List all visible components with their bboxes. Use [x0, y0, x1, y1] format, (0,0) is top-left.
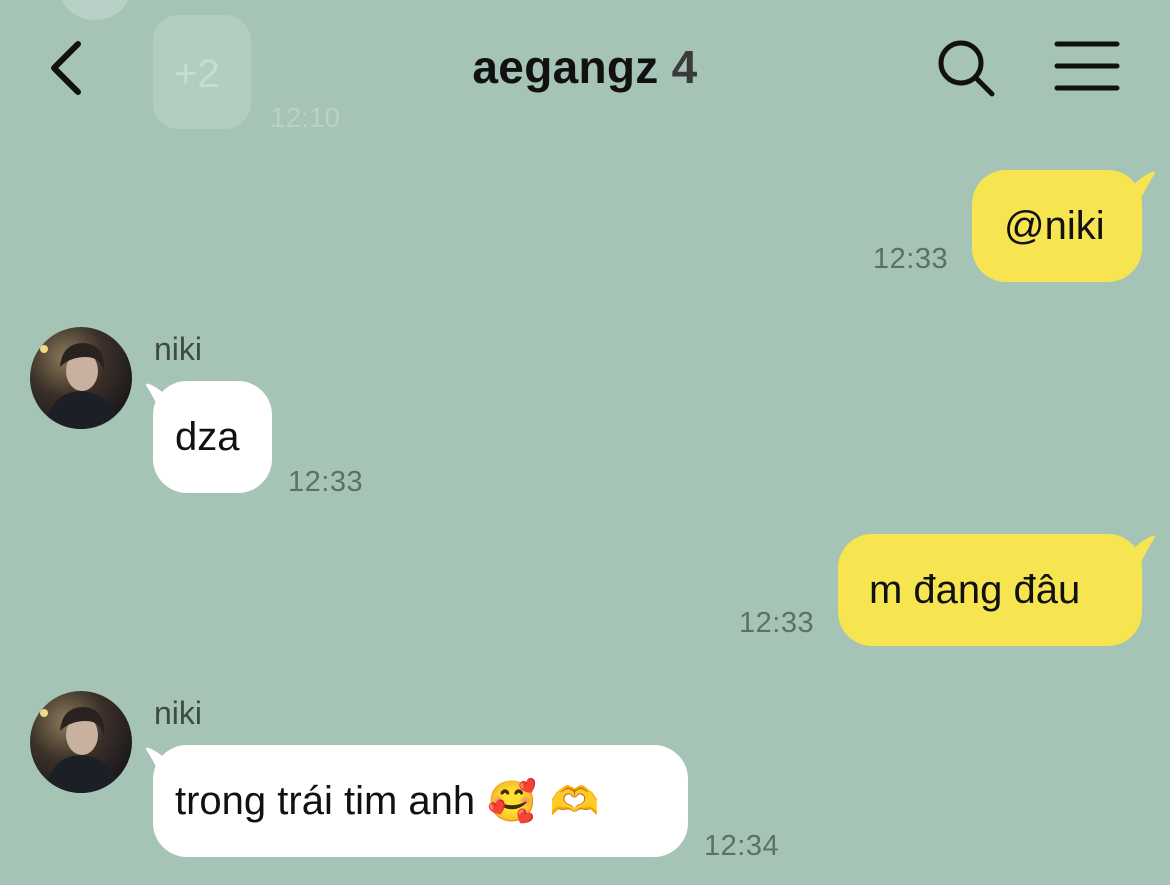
message-timestamp: 12:33 [288, 466, 364, 498]
avatar[interactable] [30, 327, 132, 429]
message-timestamp: 12:33 [873, 243, 949, 275]
hamburger-menu-icon [1054, 41, 1120, 91]
chat-screen: +2 12:10 aegangz 4 @niki 12:33 niki dza … [0, 0, 1170, 885]
search-button[interactable] [934, 36, 998, 100]
sender-name: niki [154, 331, 203, 367]
chat-header: aegangz 4 [0, 0, 1170, 135]
message-text: trong trái tim anh [175, 778, 476, 823]
emoji-smiling-hearts-heart-hands: 🥰 🫶 [487, 778, 600, 825]
profile-photo [40, 707, 120, 793]
my-message-bubble[interactable]: m đang đâu [838, 534, 1142, 646]
search-icon [938, 40, 995, 97]
their-message-bubble[interactable]: dza [153, 381, 272, 493]
my-message-bubble[interactable]: @niki [972, 170, 1142, 282]
avatar[interactable] [30, 691, 132, 793]
bubble-tail [1118, 535, 1155, 568]
message-text: m đang đâu [869, 567, 1081, 612]
message-timestamp: 12:34 [704, 830, 780, 862]
their-message-bubble[interactable]: trong trái tim anh 🥰 🫶 [153, 745, 688, 857]
message-text: dza [175, 414, 240, 459]
message-timestamp: 12:33 [739, 607, 815, 639]
sender-name: niki [154, 695, 203, 731]
profile-photo [40, 343, 120, 429]
group-name: aegangz [472, 41, 659, 93]
message-text: @niki [1004, 203, 1105, 248]
menu-button[interactable] [1054, 40, 1120, 92]
member-count: 4 [671, 41, 698, 93]
bubble-tail [1118, 171, 1155, 204]
